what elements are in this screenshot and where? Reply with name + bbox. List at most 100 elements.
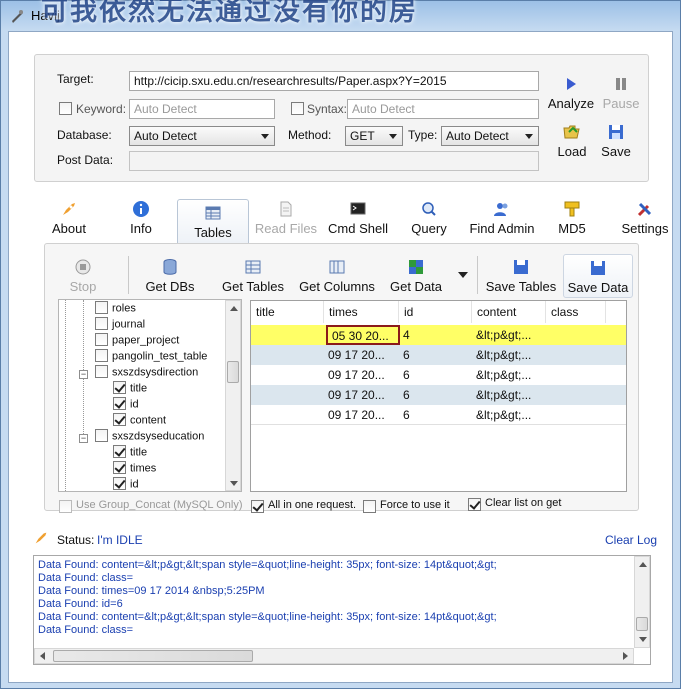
- tree-expander[interactable]: −: [79, 434, 88, 443]
- scroll-up-icon[interactable]: [639, 562, 647, 567]
- tab-info[interactable]: Info: [119, 200, 163, 236]
- grid-cell-content[interactable]: &lt;p&gt;...: [472, 365, 546, 385]
- grid-header[interactable]: content: [472, 301, 546, 323]
- tab-cmd-shell[interactable]: Cmd Shell: [325, 200, 391, 236]
- tree-checkbox[interactable]: [95, 349, 108, 362]
- tree-item-column[interactable]: id: [113, 477, 139, 491]
- tree-checkbox[interactable]: [113, 461, 126, 474]
- keyword-input[interactable]: Auto Detect: [129, 99, 275, 119]
- save-tables-button[interactable]: Save Tables: [485, 258, 557, 294]
- data-grid[interactable]: title times id content class 05 30 20...…: [250, 300, 627, 492]
- all-in-one-checkbox[interactable]: [251, 500, 264, 513]
- grid-cell-times[interactable]: 05 30 20...: [326, 325, 400, 345]
- log-vscroll-thumb[interactable]: [636, 617, 648, 631]
- method-select[interactable]: GET: [345, 126, 403, 146]
- tree-checkbox[interactable]: [95, 317, 108, 330]
- grid-cell-content[interactable]: &lt;p&gt;...: [472, 385, 546, 405]
- grid-cell-id[interactable]: 6: [399, 365, 472, 385]
- clear-list-checkbox[interactable]: [468, 498, 481, 511]
- grid-cell-content[interactable]: &lt;p&gt;...: [472, 405, 546, 425]
- force-checkbox[interactable]: [363, 500, 376, 513]
- tree-checkbox[interactable]: [95, 429, 108, 442]
- tree-scroll-thumb[interactable]: [227, 361, 239, 383]
- tree-checkbox[interactable]: [113, 381, 126, 394]
- tree-checkbox[interactable]: [113, 397, 126, 410]
- pause-button[interactable]: Pause: [598, 75, 644, 111]
- group-concat-checkbox[interactable]: [59, 500, 72, 513]
- syntax-checkbox[interactable]: [291, 102, 304, 115]
- tree-scrollbar[interactable]: [225, 300, 241, 491]
- grid-cell-times[interactable]: 09 17 20...: [324, 405, 399, 425]
- tree-checkbox[interactable]: [113, 445, 126, 458]
- grid-header[interactable]: id: [399, 301, 472, 323]
- tree-item-column[interactable]: title: [113, 381, 147, 398]
- get-columns-button[interactable]: Get Columns: [295, 258, 379, 294]
- tab-tables[interactable]: Tables: [177, 199, 249, 243]
- get-data-button[interactable]: Get Data: [385, 258, 447, 294]
- grid-cell-times[interactable]: 09 17 20...: [324, 365, 399, 385]
- db-tree[interactable]: roles journal paper_project pangolin_tes…: [58, 299, 242, 492]
- tree-item-roles[interactable]: roles: [95, 301, 136, 318]
- postdata-input[interactable]: [129, 151, 539, 171]
- get-data-dropdown-arrow[interactable]: [458, 272, 468, 278]
- analyze-button[interactable]: Analyze: [546, 75, 596, 111]
- tree-checkbox[interactable]: [113, 477, 126, 490]
- scroll-right-icon[interactable]: [623, 652, 628, 660]
- scroll-left-icon[interactable]: [40, 652, 45, 660]
- clear-log-link[interactable]: Clear Log: [605, 533, 657, 547]
- scroll-down-icon[interactable]: [230, 481, 238, 486]
- target-input[interactable]: http://cicip.sxu.edu.cn/researchresults/…: [129, 71, 539, 91]
- analyze-label: Analyze: [547, 96, 595, 111]
- tab-query[interactable]: Query: [405, 200, 453, 236]
- tree-item-column[interactable]: id: [113, 397, 139, 414]
- syntax-input[interactable]: Auto Detect: [347, 99, 539, 119]
- grid-header[interactable]: class: [546, 301, 606, 323]
- grid-header[interactable]: title: [251, 301, 324, 323]
- grid-cell-content[interactable]: &lt;p&gt;...: [472, 345, 546, 365]
- keyword-checkbox[interactable]: [59, 102, 72, 115]
- tree-item-column[interactable]: content: [113, 413, 166, 430]
- tree-item-journal[interactable]: journal: [95, 317, 145, 334]
- title-bar[interactable]: Havij 可我依然无法通过没有你的房: [1, 0, 680, 31]
- tree-checkbox[interactable]: [95, 301, 108, 314]
- grid-cell-id[interactable]: 6: [399, 345, 472, 365]
- scroll-down-icon[interactable]: [639, 637, 647, 642]
- tab-settings[interactable]: Settings: [616, 200, 674, 236]
- type-select[interactable]: Auto Detect: [441, 126, 539, 146]
- tree-item-sxszdsyseducation[interactable]: sxszdsyseducation: [95, 429, 204, 446]
- log-horizontal-scrollbar[interactable]: [34, 648, 634, 664]
- log-hscroll-thumb[interactable]: [53, 650, 253, 662]
- grid-header[interactable]: times: [324, 301, 399, 323]
- tab-about[interactable]: About: [44, 200, 94, 236]
- grid-cell-times[interactable]: 09 17 20...: [324, 385, 399, 405]
- tab-find-admin[interactable]: Find Admin: [464, 200, 540, 236]
- grid-cell-times[interactable]: 09 17 20...: [324, 345, 399, 365]
- tab-read-files[interactable]: Read Files: [253, 200, 319, 236]
- database-select[interactable]: Auto Detect: [129, 126, 275, 146]
- save-button[interactable]: Save: [595, 123, 637, 159]
- load-button[interactable]: Load: [550, 123, 594, 159]
- tree-checkbox[interactable]: [95, 365, 108, 378]
- tree-checkbox[interactable]: [113, 413, 126, 426]
- tree-expander[interactable]: −: [79, 370, 88, 379]
- tools-icon: [637, 202, 652, 217]
- rocket-icon: [63, 203, 75, 215]
- stop-button[interactable]: Stop: [61, 258, 105, 294]
- grid-cell-id[interactable]: 4: [399, 325, 472, 345]
- get-tables-button[interactable]: Get Tables: [215, 258, 291, 294]
- grid-cell-id[interactable]: 6: [399, 385, 472, 405]
- tree-item-column[interactable]: title: [113, 445, 147, 462]
- save-data-button[interactable]: Save Data: [563, 254, 633, 298]
- grid-cell-content[interactable]: &lt;p&gt;...: [472, 325, 546, 345]
- tree-item-column[interactable]: times: [113, 461, 156, 478]
- tab-md5[interactable]: MD5: [552, 200, 592, 236]
- tree-item-pangolin-test-table[interactable]: pangolin_test_table: [95, 349, 207, 366]
- grid-cell-id[interactable]: 6: [399, 405, 472, 425]
- tree-checkbox[interactable]: [95, 333, 108, 346]
- tree-item-sxszdsysdirection[interactable]: sxszdsysdirection: [95, 365, 198, 382]
- scroll-up-icon[interactable]: [230, 306, 238, 311]
- log-vertical-scrollbar[interactable]: [634, 556, 650, 648]
- tree-item-paper-project[interactable]: paper_project: [95, 333, 179, 350]
- log-box[interactable]: Data Found: content=&lt;p&gt;&lt;span st…: [33, 555, 651, 665]
- get-dbs-button[interactable]: Get DBs: [140, 258, 200, 294]
